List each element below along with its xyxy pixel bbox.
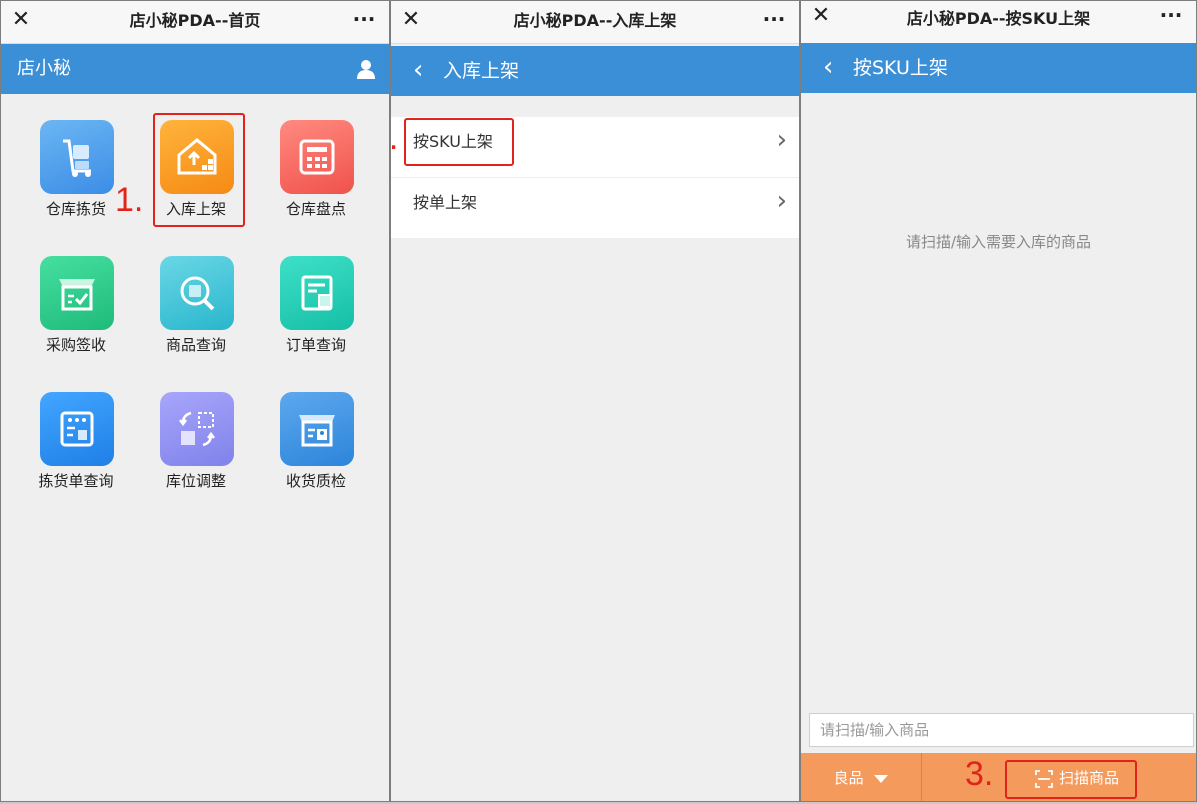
app-header: 店小秘 — [1, 44, 389, 94]
highlight-box — [404, 118, 514, 166]
shelve-by-sku-screen: ✕ 店小秘PDA--按SKU上架 ··· ‹ 按SKU上架 请扫描/输入需要入库… — [800, 0, 1197, 802]
user-icon[interactable] — [357, 59, 375, 79]
magnifier-box-icon — [160, 256, 234, 330]
page-title: 入库上架 — [443, 60, 520, 82]
cart-icon — [40, 120, 114, 194]
tile-product-search[interactable]: 商品查询 — [141, 231, 251, 354]
back-icon[interactable]: ‹ — [823, 43, 833, 91]
tile-location-adjust[interactable]: 库位调整 — [141, 367, 251, 490]
highlight-box — [1005, 760, 1137, 799]
order-doc-icon — [280, 256, 354, 330]
list-item-by-order[interactable]: 按单上架 › — [391, 178, 799, 239]
list-item-label: 按单上架 — [413, 193, 478, 212]
window-title: 店小秘PDA--首页 — [129, 11, 261, 30]
window-title: 店小秘PDA--按SKU上架 — [906, 9, 1091, 28]
quality-label: 良品 — [833, 769, 864, 787]
swap-location-icon — [160, 392, 234, 466]
window-title: 店小秘PDA--入库上架 — [513, 11, 677, 30]
tile-purchase-receipt[interactable]: 采购签收 — [21, 231, 131, 354]
inspection-box-icon — [280, 392, 354, 466]
tile-picklist-search[interactable]: 拣货单查询 — [21, 367, 131, 490]
caret-down-icon — [874, 774, 889, 783]
close-icon[interactable]: ✕ — [9, 7, 33, 33]
chevron-right-icon: › — [776, 125, 787, 155]
back-icon[interactable]: ‹ — [413, 46, 423, 94]
more-options-icon[interactable]: ··· — [349, 5, 379, 35]
close-icon[interactable]: ✕ — [399, 7, 423, 33]
tile-label: 商品查询 — [165, 336, 226, 354]
close-icon[interactable]: ✕ — [809, 3, 833, 29]
window-titlebar: ✕ 店小秘PDA--入库上架 ··· — [391, 1, 799, 44]
step-marker: 1. — [115, 181, 144, 219]
app-title: 店小秘 — [17, 58, 71, 79]
package-check-icon — [40, 256, 114, 330]
tile-label: 仓库盘点 — [285, 200, 346, 218]
highlight-box — [153, 113, 245, 227]
home-screen: ✕ 店小秘PDA--首页 ··· 店小秘 仓库拣货 入库上架 仓库盘点 采购签收… — [0, 0, 390, 802]
step-marker: 2. — [391, 119, 398, 158]
tile-label: 订单查询 — [285, 336, 346, 354]
tile-label: 拣货单查询 — [38, 472, 114, 490]
chevron-right-icon: › — [776, 186, 787, 216]
more-options-icon[interactable]: ··· — [759, 5, 789, 35]
tile-label: 库位调整 — [165, 472, 226, 490]
calculator-icon — [280, 120, 354, 194]
step-marker: 3. — [965, 755, 994, 793]
window-titlebar: ✕ 店小秘PDA--首页 ··· — [1, 1, 389, 44]
tile-receiving-inspection[interactable]: 收货质检 — [261, 367, 371, 490]
app-header: ‹ 入库上架 — [391, 46, 799, 96]
pick-list-icon — [40, 392, 114, 466]
tile-order-search[interactable]: 订单查询 — [261, 231, 371, 354]
scan-hint: 请扫描/输入需要入库的商品 — [905, 233, 1092, 251]
page-title: 按SKU上架 — [853, 57, 948, 79]
inbound-shelving-screen: ✕ 店小秘PDA--入库上架 ··· ‹ 入库上架 按SKU上架 › 按单上架 … — [390, 0, 800, 802]
app-header: ‹ 按SKU上架 — [801, 43, 1196, 93]
tile-warehouse-inventory[interactable]: 仓库盘点 — [261, 95, 371, 218]
window-titlebar: ✕ 店小秘PDA--按SKU上架 ··· — [801, 1, 1196, 44]
quality-select[interactable]: 良品 — [801, 753, 922, 801]
tile-label: 收货质检 — [285, 472, 346, 490]
more-options-icon[interactable]: ··· — [1156, 1, 1186, 31]
product-scan-input[interactable] — [809, 713, 1194, 747]
tile-label: 采购签收 — [45, 336, 106, 354]
